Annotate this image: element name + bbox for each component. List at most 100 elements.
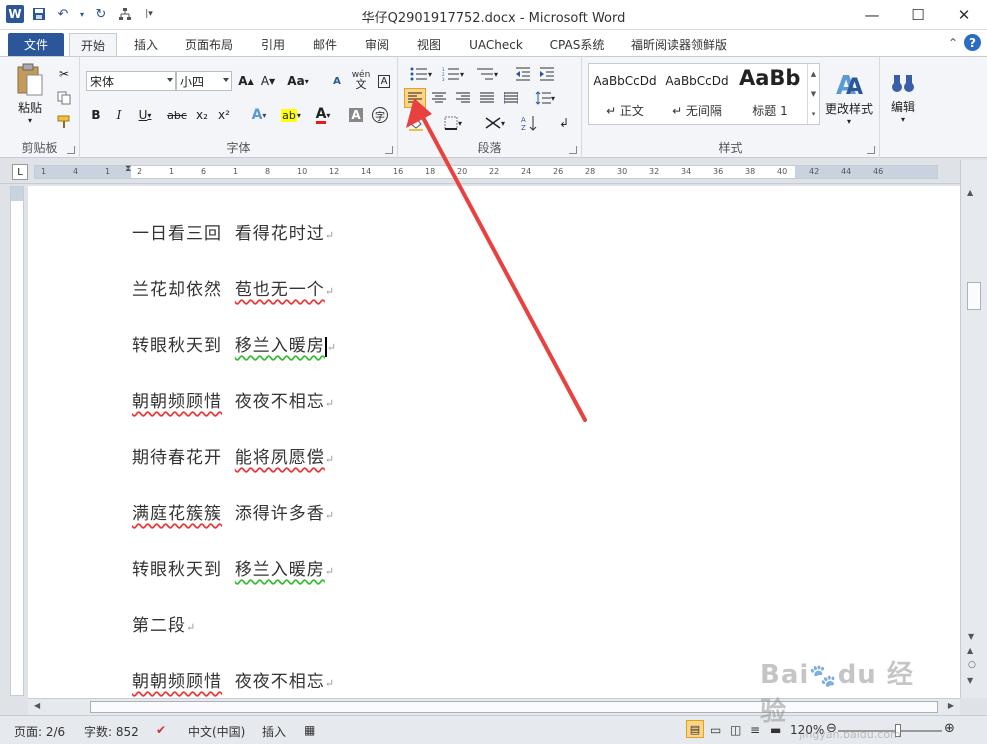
doc-line-7[interactable]: 转眼秋天到 移兰入暖房↵ (132, 555, 335, 580)
browse-object-icon[interactable]: ○ (968, 660, 976, 670)
vertical-scrollbar[interactable]: ▲ ▼ ▲ ○ ▼ (960, 160, 987, 698)
tab-uacheck[interactable]: UACheck (461, 33, 531, 56)
ruler-strip[interactable]: 1 4 1 2 1 6 1 8 10 12 14 16 18 20 22 24 26 28 30 32 34 36 38 40… (34, 164, 938, 179)
subscript-button[interactable]: x₂ (192, 105, 212, 125)
scroll-up-icon[interactable]: ▲ (967, 188, 973, 197)
minimize-button[interactable]: — (849, 0, 895, 30)
tab-insert[interactable]: 插入 (124, 33, 168, 56)
scroll-down-icon[interactable]: ▼ (968, 632, 974, 641)
tab-view[interactable]: 视图 (407, 33, 451, 56)
doc-line-2[interactable]: 兰花却依然 苞也无一个↵ (132, 275, 335, 300)
font-name-select[interactable]: 宋体 (86, 71, 176, 91)
document-page[interactable]: 一日看三回 看得花时过↵ 兰花却依然 苞也无一个↵ 转眼秋天到 移兰入暖房 ↵ 朝… (28, 186, 960, 698)
increase-indent-button[interactable] (536, 65, 558, 83)
cut-icon[interactable]: ✂ (55, 65, 73, 83)
help-icon[interactable]: ? (964, 34, 981, 51)
highlight-button[interactable]: ab ▾ (276, 105, 306, 125)
font-size-select[interactable]: 小四 (176, 71, 232, 91)
tab-references[interactable]: 引用 (251, 33, 295, 56)
vertical-scroll-thumb[interactable] (967, 282, 981, 310)
align-center-button[interactable] (428, 88, 450, 108)
styles-more-icon[interactable]: ▾ (812, 110, 816, 118)
outline-view-icon[interactable]: ≡ (750, 723, 760, 737)
style-heading-1[interactable]: AaBb 标题 1 (733, 64, 807, 124)
superscript-button[interactable]: x² (214, 105, 234, 125)
align-left-button[interactable] (404, 88, 426, 108)
web-layout-view-icon[interactable]: ◫ (730, 723, 741, 737)
tab-mailings[interactable]: 邮件 (303, 33, 347, 56)
show-marks-button[interactable]: ↲ (554, 113, 574, 133)
style-no-spacing[interactable]: AaBbCcDd ↵ 无间隔 (661, 64, 733, 124)
justify-button[interactable] (476, 88, 498, 108)
doc-line-8[interactable]: 第二段↵ (132, 611, 196, 636)
distributed-button[interactable] (500, 88, 522, 108)
chinese-layout-button[interactable]: ▾ (480, 113, 510, 133)
maximize-button[interactable]: ☐ (895, 0, 941, 30)
indent-marker-icon[interactable]: ⧗ (125, 164, 131, 174)
multilevel-list-button[interactable]: ▾ (472, 65, 502, 83)
change-styles-button[interactable]: AA 更改样式 ▾ (822, 63, 876, 131)
close-button[interactable]: ✕ (941, 0, 987, 30)
italic-button[interactable]: I (109, 105, 129, 125)
copy-icon[interactable] (55, 89, 73, 107)
styles-scroll[interactable]: ▲ ▼ ▾ (807, 64, 819, 124)
collapse-ribbon-icon[interactable]: ⌃ (948, 36, 958, 50)
enclose-characters-button[interactable]: 字 (370, 105, 390, 125)
borders-button[interactable]: ▾ (438, 113, 468, 133)
doc-line-3[interactable]: 转眼秋天到 移兰入暖房 ↵ (132, 331, 337, 357)
grow-font-button[interactable]: A ▲ (236, 72, 256, 90)
paragraph-launcher-icon[interactable] (569, 146, 577, 154)
doc-line-9[interactable]: 朝朝频顾惜 夜夜不相忘↵ (132, 667, 335, 692)
styles-scroll-up-icon[interactable]: ▲ (811, 70, 816, 78)
tab-home[interactable]: 开始 (69, 33, 117, 56)
strikethrough-button[interactable]: abc (164, 105, 190, 125)
scroll-right-icon[interactable]: ▶ (948, 701, 954, 710)
shrink-font-button[interactable]: A ▼ (258, 72, 278, 90)
style-normal[interactable]: AaBbCcDd ↵ 正文 (589, 64, 661, 124)
decrease-indent-button[interactable] (512, 65, 534, 83)
insert-mode[interactable]: 插入 (262, 723, 286, 740)
doc-line-5[interactable]: 期待春花开 能将夙愿偿↵ (132, 443, 335, 468)
next-page-icon[interactable]: ▼ (967, 676, 973, 685)
tab-selector[interactable]: L (12, 164, 28, 180)
format-painter-icon[interactable] (55, 113, 73, 131)
text-effects-button[interactable]: A ▾ (246, 105, 272, 125)
styles-scroll-down-icon[interactable]: ▼ (811, 90, 816, 98)
shading-button[interactable]: ▾ (404, 113, 432, 133)
macro-record-icon[interactable]: ▦ (304, 723, 315, 737)
tab-cpas[interactable]: CPAS系统 (541, 33, 613, 56)
numbering-button[interactable]: 1 2 3 ▾ (438, 65, 468, 83)
sort-button[interactable]: AZ (518, 113, 540, 133)
proofing-icon[interactable]: ✔ (156, 723, 166, 737)
doc-line-6[interactable]: 满庭花簇簇 添得许多香↵ (132, 499, 335, 524)
word-count[interactable]: 字数: 852 (84, 723, 139, 740)
align-right-button[interactable] (452, 88, 474, 108)
bold-button[interactable]: B (86, 105, 106, 125)
change-case-button[interactable]: Aa ▾ (284, 72, 312, 90)
page-count[interactable]: 页面: 2/6 (14, 723, 65, 740)
paste-button[interactable]: 粘贴 ▾ (10, 63, 50, 125)
font-launcher-icon[interactable] (385, 146, 393, 154)
bullets-button[interactable]: ▾ (406, 65, 436, 83)
doc-line-4[interactable]: 朝朝频顾惜 夜夜不相忘↵ (132, 387, 335, 412)
clipboard-launcher-icon[interactable] (67, 146, 75, 154)
clear-format-button[interactable]: A (326, 72, 348, 90)
zoom-in-icon[interactable]: ⊕ (944, 721, 955, 736)
font-color-button[interactable]: A ▾ (310, 105, 336, 125)
full-screen-view-icon[interactable]: ▭ (710, 723, 721, 737)
tab-page-layout[interactable]: 页面布局 (176, 33, 242, 56)
scroll-left-icon[interactable]: ◀ (34, 701, 40, 710)
previous-page-icon[interactable]: ▲ (967, 646, 973, 655)
doc-line-1[interactable]: 一日看三回 看得花时过↵ (132, 219, 335, 244)
underline-button[interactable]: U ▾ (132, 105, 158, 125)
language-status[interactable]: 中文(中国) (188, 723, 245, 740)
tab-review[interactable]: 审阅 (355, 33, 399, 56)
tab-foxit[interactable]: 福昕阅读器领鲜版 (623, 33, 735, 56)
phonetic-guide-button[interactable]: wén 文 (350, 69, 372, 91)
tab-file[interactable]: 文件 (8, 33, 64, 56)
character-shading-button[interactable]: A (346, 105, 366, 125)
print-layout-view-icon[interactable]: ▤ (686, 720, 704, 738)
styles-launcher-icon[interactable] (867, 146, 875, 154)
line-spacing-button[interactable]: ▾ (530, 88, 560, 108)
editing-button[interactable]: 编辑 ▾ (886, 63, 920, 131)
